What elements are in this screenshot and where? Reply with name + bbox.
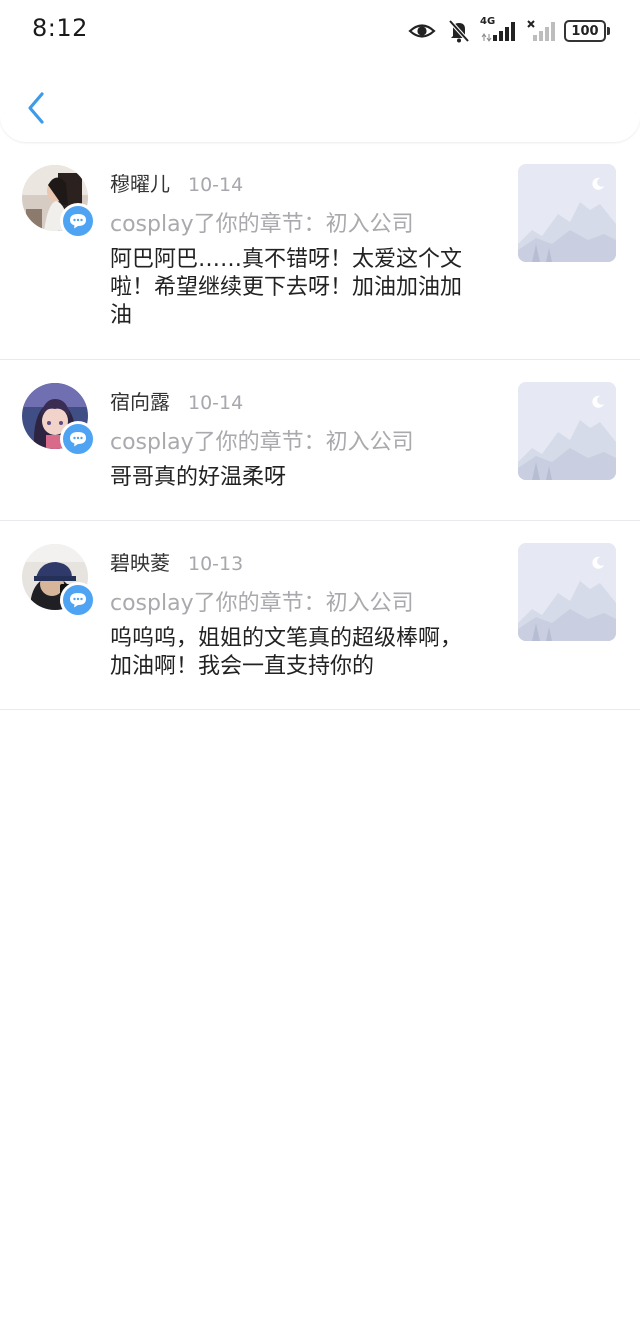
user-name[interactable]: 碧映菱 <box>110 547 170 576</box>
comment-header: 宿向露 10-14 <box>110 386 243 415</box>
network-label: 4G <box>480 16 496 27</box>
user-name[interactable]: 宿向露 <box>110 386 170 415</box>
comment-date: 10-14 <box>188 174 244 196</box>
eye-icon <box>408 21 436 41</box>
comment-header: 碧映菱 10-13 <box>110 547 243 576</box>
avatar-wrap[interactable] <box>22 544 96 618</box>
comment-date: 10-13 <box>188 553 244 575</box>
comment-context[interactable]: cosplay了你的章节：初入公司 <box>110 424 414 456</box>
comment-context[interactable]: cosplay了你的章节：初入公司 <box>110 585 414 617</box>
chapter-thumbnail[interactable] <box>518 164 616 262</box>
battery-icon: 100 <box>564 20 610 42</box>
user-name[interactable]: 穆曜儿 <box>110 168 170 197</box>
mountain-placeholder-icon <box>518 543 616 641</box>
comment-item[interactable]: 穆曜儿 10-14 cosplay了你的章节：初入公司 阿巴阿巴……真不错呀！太… <box>0 142 640 360</box>
signal-4g-icon: 4G <box>480 16 518 43</box>
comment-item[interactable]: 碧映菱 10-13 cosplay了你的章节：初入公司 呜呜呜，姐姐的文笔真的超… <box>0 521 640 710</box>
avatar-wrap[interactable] <box>22 383 96 457</box>
comment-text: 阿巴阿巴……真不错呀！太爱这个文啦！希望继续更下去呀！加油加油加油 <box>110 247 463 328</box>
mountain-placeholder-icon <box>518 164 616 262</box>
chat-bubble-icon <box>60 582 96 618</box>
status-bar: 8:12 4G 100 <box>0 0 640 60</box>
signal-no-sim-icon <box>526 19 558 43</box>
chat-bubble-icon <box>60 203 96 239</box>
back-button[interactable] <box>16 86 56 130</box>
comment-header: 穆曜儿 10-14 <box>110 168 243 197</box>
comment-context[interactable]: cosplay了你的章节：初入公司 <box>110 206 414 238</box>
top-bar: 8:12 4G 100 <box>0 0 640 142</box>
mountain-placeholder-icon <box>518 382 616 480</box>
chat-bubble-icon <box>60 421 96 457</box>
status-time: 8:12 <box>32 14 88 42</box>
status-icons: 4G 100 <box>408 16 610 46</box>
comment-text: 呜呜呜，姐姐的文笔真的超级棒啊，加油啊！我会一直支持你的 <box>110 626 463 679</box>
comment-list: 穆曜儿 10-14 cosplay了你的章节：初入公司 阿巴阿巴……真不错呀！太… <box>0 142 640 710</box>
bell-off-icon <box>448 19 470 43</box>
comment-date: 10-14 <box>188 392 244 414</box>
chapter-thumbnail[interactable] <box>518 543 616 641</box>
avatar-wrap[interactable] <box>22 165 96 239</box>
chapter-thumbnail[interactable] <box>518 382 616 480</box>
chevron-left-icon <box>28 92 44 124</box>
comment-text: 哥哥真的好温柔呀 <box>110 465 287 490</box>
comment-item[interactable]: 宿向露 10-14 cosplay了你的章节：初入公司 哥哥真的好温柔呀 <box>0 360 640 521</box>
